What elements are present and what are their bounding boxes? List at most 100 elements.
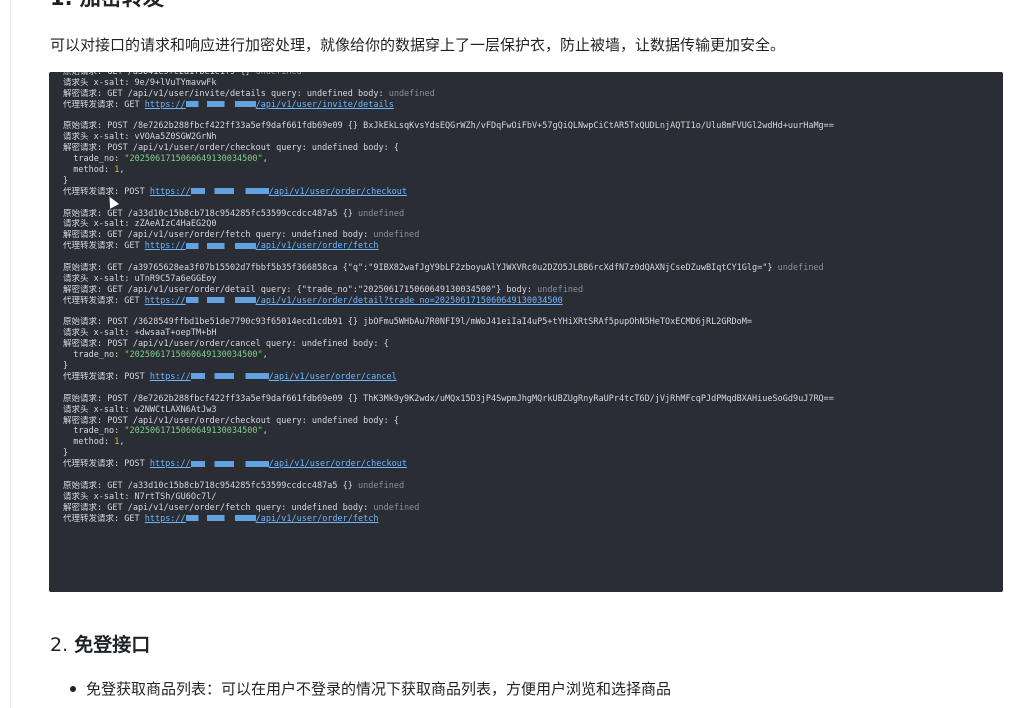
terminal-line: 请求头 x-salt: uTnR9C57a6eGGEoy — [63, 274, 997, 285]
terminal-line: 请求头 x-salt: 9e/9+lVuTYmavwFk — [63, 78, 997, 89]
log-text: 原始请求: GET /a33d10c15b8cb718c954285fc5359… — [63, 480, 358, 491]
terminal-line: 代理转发请求: POST https:// /api/v1/user/order/… — [63, 459, 997, 470]
terminal-line: } — [63, 361, 997, 372]
log-text: 解密请求: POST /api/v1/user/order/checkout q… — [63, 415, 399, 426]
terminal-line: 原始请求: POST /8e7262b288fbcf422ff33a5ef9da… — [63, 394, 997, 405]
log-link[interactable]: /api/v1/user/order/fetch — [256, 514, 379, 524]
log-link[interactable]: https:// — [150, 459, 191, 469]
terminal-line: 代理转发请求: GET https:// /api/v1/user/order/d… — [63, 296, 997, 307]
terminal-line: 解密请求: POST /api/v1/user/order/checkout q… — [63, 143, 997, 154]
log-text: } — [63, 361, 69, 372]
terminal-line: 代理转发请求: GET https:// /api/v1/user/invite/… — [63, 100, 997, 111]
list-item: 免登获取商品列表：可以在用户不登录的情况下获取商品列表，方便用户浏览和选择商品 — [86, 680, 672, 698]
log-link[interactable]: /api/v1/user/order/fetch — [256, 241, 379, 251]
terminal-line: } — [63, 448, 997, 459]
log-text: } — [63, 175, 69, 186]
terminal-line: 解密请求: GET /api/v1/user/invite/details qu… — [63, 89, 997, 100]
log-text: 原始请求: GET /a3b41e9fc2a1fbe1e1f9 {} — [63, 72, 256, 77]
section-heading-encrypted-forwarding: 1. 加密转发 — [50, 0, 164, 12]
terminal-line: 解密请求: GET /api/v1/user/order/fetch query… — [63, 230, 997, 241]
log-link[interactable]: https:// — [145, 100, 186, 110]
log-text: 请求头 x-salt: N7rtTSh/GU6Oc7l/ — [63, 491, 217, 502]
log-text: 代理转发请求: GET — [63, 99, 145, 110]
log-text: 请求头 x-salt: 9e/9+lVuTYmavwFk — [63, 77, 217, 88]
terminal-line: 原始请求: GET /a33d10c15b8cb718c954285fc5359… — [63, 209, 997, 220]
log-text: , — [119, 437, 125, 448]
terminal-line: method: 1, — [63, 165, 997, 176]
log-text: method: — [63, 165, 115, 176]
log-text: "2025061715060649130034500" — [124, 154, 263, 165]
terminal-line: 请求头 x-salt: N7rtTSh/GU6Oc7l/ — [63, 492, 997, 503]
terminal-line: trade_no: "2025061715060649130034500", — [63, 350, 997, 361]
terminal-line: 原始请求: GET /a33d10c15b8cb718c954285fc5359… — [63, 481, 997, 492]
log-link[interactable]: https:// — [145, 241, 186, 251]
log-text: undefined — [373, 502, 420, 513]
log-link[interactable]: https:// — [145, 514, 186, 524]
terminal-line: 代理转发请求: POST https:// /api/v1/user/order/… — [63, 187, 997, 198]
section-description: 可以对接口的请求和响应进行加密处理，就像给你的数据穿上了一层保护衣，防止被墙，让… — [50, 36, 786, 54]
terminal-line: 原始请求: POST /3628549ffbd1be51de7790c93f65… — [63, 317, 997, 328]
section-heading-login-free: 2. 免登接口 — [50, 630, 150, 657]
log-text: 解密请求: GET /api/v1/user/order/fetch query… — [63, 230, 374, 241]
log-text: undefined — [255, 72, 302, 77]
log-link[interactable]: /api/v1/user/order/cancel — [269, 372, 397, 382]
log-text: 解密请求: GET /api/v1/user/invite/details qu… — [63, 88, 389, 99]
log-text: 原始请求: POST /3628549ffbd1be51de7790c93f65… — [63, 317, 753, 328]
log-text: trade_no: — [63, 350, 125, 361]
log-link[interactable]: /api/v1/user/order/checkout — [269, 187, 407, 197]
log-text: undefined — [373, 230, 420, 241]
terminal-line: 解密请求: POST /api/v1/user/order/checkout q… — [63, 416, 997, 427]
log-text: 请求头 x-salt: zZAeAIzC4HaEG2Q0 — [63, 219, 217, 230]
terminal-log: 原始请求: GET /a3b41e9fc2a1fbe1e1f9 {} undef… — [63, 72, 997, 524]
section-title-text: 免登接口 — [74, 634, 151, 656]
log-link[interactable]: https:// — [150, 372, 191, 382]
terminal-line: 原始请求: GET /a39765628ea3f07b15502d7fbbf5b… — [63, 263, 997, 274]
redacted-host — [190, 460, 269, 467]
log-text: 代理转发请求: POST — [63, 459, 150, 470]
log-text: , — [262, 350, 268, 361]
terminal-line: trade_no: "2025061715060649130034500", — [63, 154, 997, 165]
redacted-host — [190, 188, 269, 195]
terminal-line: 解密请求: POST /api/v1/user/order/cancel que… — [63, 339, 997, 350]
log-text: undefined — [537, 284, 584, 295]
log-text: } — [63, 448, 69, 459]
log-text: trade_no: — [63, 426, 125, 437]
log-text: 原始请求: GET /a33d10c15b8cb718c954285fc5359… — [63, 208, 358, 219]
log-text: "2025061715060649130034500" — [124, 350, 263, 361]
terminal-screenshot: 原始请求: GET /a3b41e9fc2a1fbe1e1f9 {} undef… — [49, 72, 1003, 592]
bullet-icon — [70, 686, 76, 692]
log-text: 代理转发请求: GET — [63, 241, 145, 252]
left-border — [10, 0, 11, 708]
log-text: 代理转发请求: POST — [63, 371, 150, 382]
redacted-host — [185, 242, 256, 249]
log-text: 代理转发请求: GET — [63, 295, 145, 306]
log-text: undefined — [358, 208, 405, 219]
log-link[interactable]: https:// — [150, 187, 191, 197]
log-link[interactable]: /api/v1/user/order/checkout — [269, 459, 407, 469]
log-text: 原始请求: GET /a39765628ea3f07b15502d7fbbf5b… — [63, 263, 778, 274]
terminal-line: } — [63, 176, 997, 187]
log-link[interactable]: /api/v1/user/order/detail?trade_no=20250… — [256, 296, 563, 306]
log-text: method: — [63, 437, 115, 448]
log-text: , — [262, 154, 268, 165]
log-text: 代理转发请求: POST — [63, 186, 150, 197]
redacted-host — [185, 297, 256, 304]
log-text: 解密请求: GET /api/v1/user/order/detail quer… — [63, 284, 538, 295]
log-link[interactable]: https:// — [145, 296, 186, 306]
log-text: , — [262, 426, 268, 437]
redacted-host — [185, 515, 256, 522]
terminal-line: 请求头 x-salt: vVOAa5Z0SGW2GrNh — [63, 132, 997, 143]
log-text: 代理转发请求: GET — [63, 513, 145, 524]
redacted-host — [185, 101, 256, 108]
log-link[interactable]: /api/v1/user/invite/details — [256, 100, 394, 110]
terminal-line: 请求头 x-salt: zZAeAIzC4HaEG2Q0 — [63, 219, 997, 230]
log-text: 请求头 x-salt: w2NWCtLAXN6AtJw3 — [63, 404, 217, 415]
log-text: undefined — [777, 263, 824, 274]
terminal-line: 原始请求: POST /8e7262b288fbcf422ff33a5ef9da… — [63, 121, 997, 132]
log-text: 解密请求: POST /api/v1/user/order/checkout q… — [63, 143, 399, 154]
